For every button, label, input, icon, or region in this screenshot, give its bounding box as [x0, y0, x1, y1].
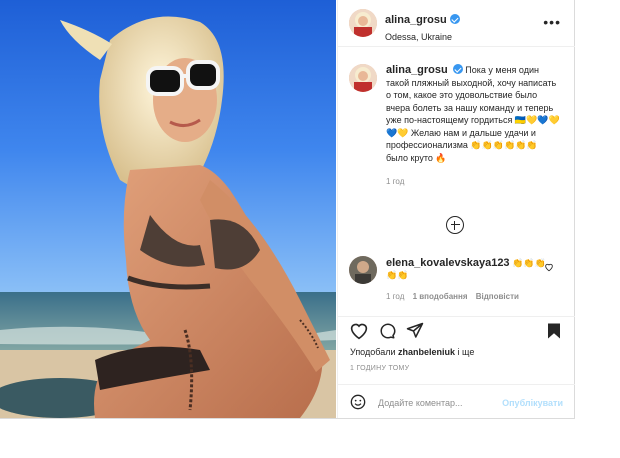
avatar-image [349, 256, 377, 284]
post-location[interactable]: Odessa, Ukraine [385, 32, 460, 42]
comment-like-heart-icon[interactable] [544, 262, 554, 272]
smile-icon[interactable] [350, 394, 366, 410]
comment-item: elena_kovalevskaya123 👏👏👏👏👏 [386, 257, 546, 281]
instagram-post: alina_grosu Odessa, Ukraine ••• alina_gr… [0, 0, 575, 419]
verified-icon [449, 14, 460, 24]
comment-input[interactable]: Додайте коментар... [378, 398, 463, 408]
plus-circle-icon[interactable] [446, 216, 464, 234]
beach-photo [0, 0, 336, 418]
caption-avatar[interactable] [349, 64, 377, 92]
author-block: alina_grosu Odessa, Ukraine [385, 10, 460, 42]
post-photo[interactable] [0, 0, 336, 418]
commenter-avatar[interactable] [349, 256, 377, 284]
comment-time[interactable]: 1 год [386, 292, 404, 301]
likes-prefix: Уподобали [350, 347, 396, 357]
share-icon[interactable] [406, 322, 424, 340]
comment-reply-button[interactable]: Відповісти [476, 292, 519, 301]
comment-meta: 1 год 1 вподобання Відповісти [386, 292, 519, 301]
more-options-icon[interactable]: ••• [543, 14, 561, 30]
bookmark-icon[interactable] [546, 322, 562, 340]
avatar-image [349, 9, 377, 37]
author-avatar[interactable] [349, 9, 377, 37]
caption-text: Пока у меня один такой пляжный выходной,… [386, 65, 560, 163]
post-timestamp[interactable]: 1 ГОДИНУ ТОМУ [350, 365, 409, 372]
post-header: alina_grosu Odessa, Ukraine ••• [338, 0, 575, 47]
comment-likes[interactable]: 1 вподобання [413, 292, 468, 301]
publish-button[interactable]: Опублікувати [502, 398, 563, 408]
verified-icon [452, 64, 463, 74]
add-comment-bar: Додайте коментар... Опублікувати [338, 384, 575, 419]
comment-username[interactable]: elena_kovalevskaya123 [386, 257, 510, 269]
post-side-panel: alina_grosu Odessa, Ukraine ••• alina_gr… [337, 0, 575, 418]
comment-icon[interactable] [378, 322, 396, 340]
action-bar [338, 316, 575, 347]
post-caption: alina_grosu Пока у меня один такой пляжн… [386, 64, 562, 189]
avatar-image [349, 64, 377, 92]
likes-user[interactable]: zhanbeleniuk [398, 347, 455, 357]
likes-suffix[interactable]: і ще [458, 347, 475, 357]
likes-summary: Уподобали zhanbeleniuk і ще [350, 347, 474, 357]
caption-time[interactable]: 1 год [386, 176, 562, 189]
heart-icon[interactable] [349, 322, 369, 340]
caption-username[interactable]: alina_grosu [386, 64, 448, 76]
author-username[interactable]: alina_grosu [385, 14, 447, 26]
